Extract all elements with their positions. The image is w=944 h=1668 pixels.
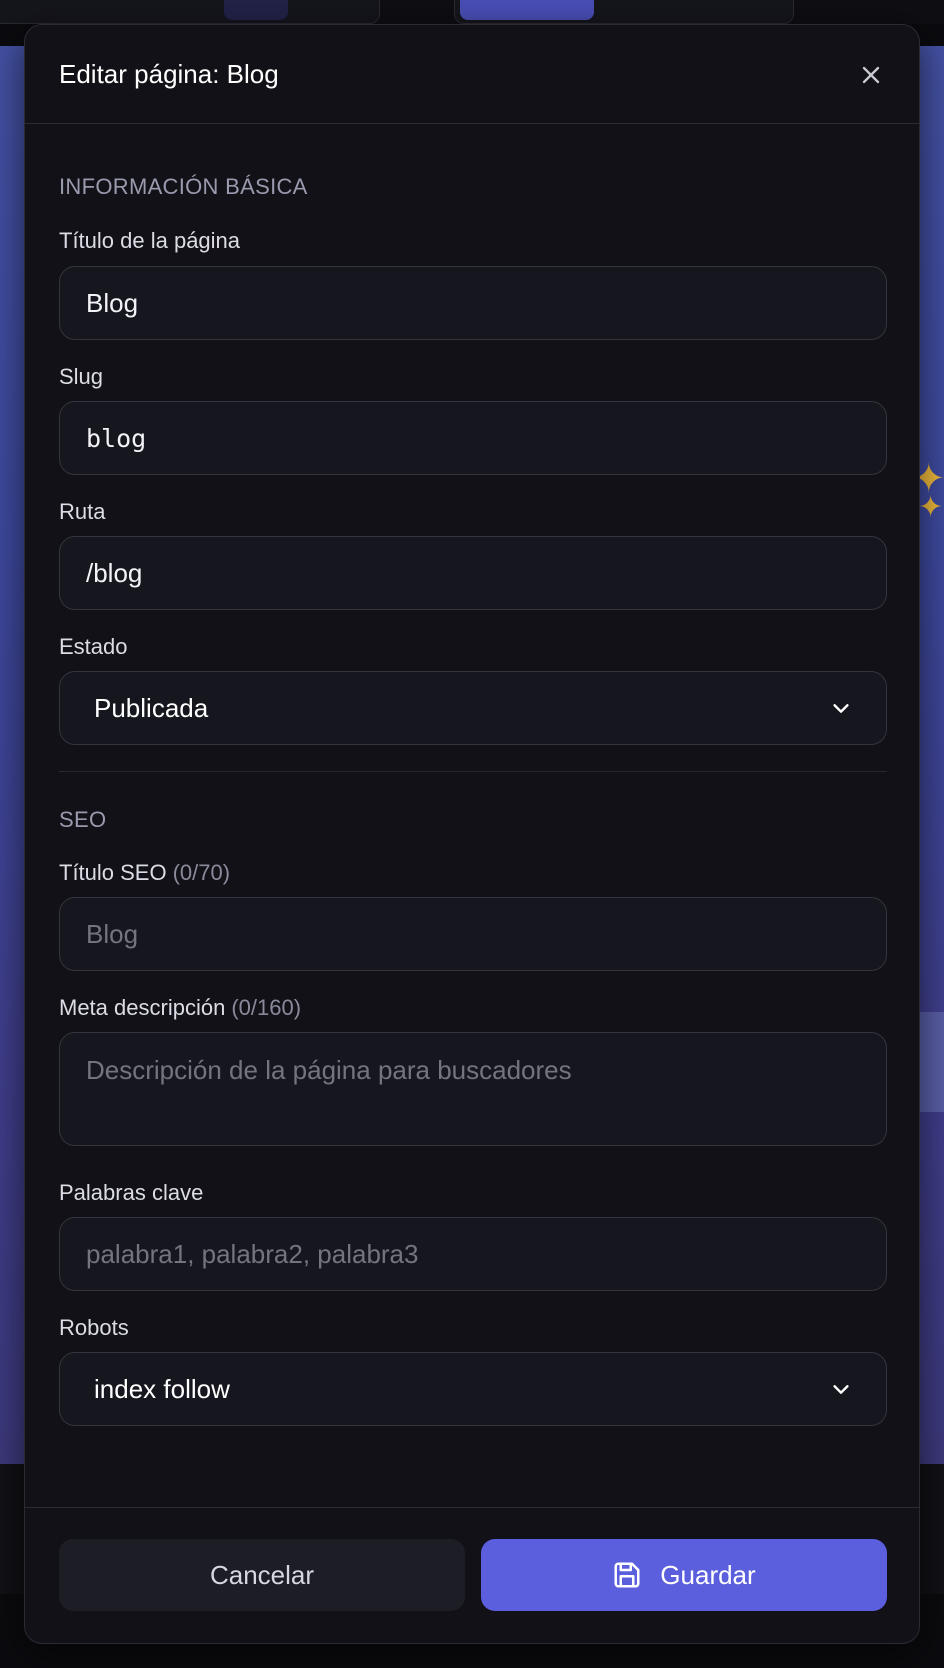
seo-title-label: Título SEO (0/70): [59, 860, 230, 886]
modal-header: Editar página: Blog: [25, 25, 919, 124]
page-title-label: Título de la página: [59, 228, 241, 253]
section-title-seo: SEO: [59, 807, 107, 832]
meta-description-label-text: Meta descripción: [59, 995, 226, 1020]
cancel-button[interactable]: Cancelar: [59, 1539, 465, 1611]
chevron-down-icon: [833, 704, 849, 713]
status-select-value: Publicada: [94, 692, 209, 723]
seo-title-label-text: Título SEO: [59, 860, 167, 885]
seo-title-input[interactable]: Blog: [59, 897, 887, 971]
save-button-label: Guardar: [660, 1559, 756, 1590]
robots-label: Robots: [59, 1315, 129, 1340]
keywords-label: Palabras clave: [59, 1180, 204, 1205]
route-label: Ruta: [59, 499, 106, 524]
slug-input[interactable]: blog: [59, 401, 887, 475]
toolbar-active-button[interactable]: [224, 0, 288, 20]
section-divider: [59, 771, 887, 772]
modal-footer: Cancelar Guardar: [25, 1507, 919, 1643]
save-button[interactable]: Guardar: [481, 1539, 887, 1611]
app-toolbar: [0, 0, 944, 24]
meta-description-label: Meta descripción (0/160): [59, 995, 301, 1021]
close-icon: [862, 66, 880, 84]
sparkle-icon: ✦: [918, 490, 944, 525]
robots-select[interactable]: index follow: [59, 1352, 887, 1426]
seo-title-counter: (0/70): [172, 860, 231, 885]
save-icon: [614, 1562, 640, 1588]
meta-description-textarea[interactable]: Descripción de la página para buscadores: [59, 1032, 887, 1146]
robots-select-value: index follow: [94, 1373, 230, 1404]
toolbar-group-left: [0, 0, 380, 24]
modal-body: INFORMACIÓN BÁSICA Título de la página B…: [59, 124, 887, 1534]
section-title-basic: INFORMACIÓN BÁSICA: [59, 174, 308, 199]
route-input[interactable]: /blog: [59, 536, 887, 610]
meta-description-counter: (0/160): [231, 995, 302, 1020]
keywords-input[interactable]: palabra1, palabra2, palabra3: [59, 1217, 887, 1291]
chevron-down-icon: [833, 1385, 849, 1394]
slug-label: Slug: [59, 364, 104, 389]
close-button[interactable]: [857, 61, 885, 89]
edit-page-modal: Editar página: Blog INFORMACIÓN BÁSICA T…: [24, 24, 920, 1644]
modal-title: Editar página: Blog: [59, 59, 279, 89]
page-title-input[interactable]: Blog: [59, 266, 887, 340]
toolbar-mode-button[interactable]: [460, 0, 594, 20]
status-label: Estado: [59, 634, 128, 659]
status-select[interactable]: Publicada: [59, 671, 887, 745]
